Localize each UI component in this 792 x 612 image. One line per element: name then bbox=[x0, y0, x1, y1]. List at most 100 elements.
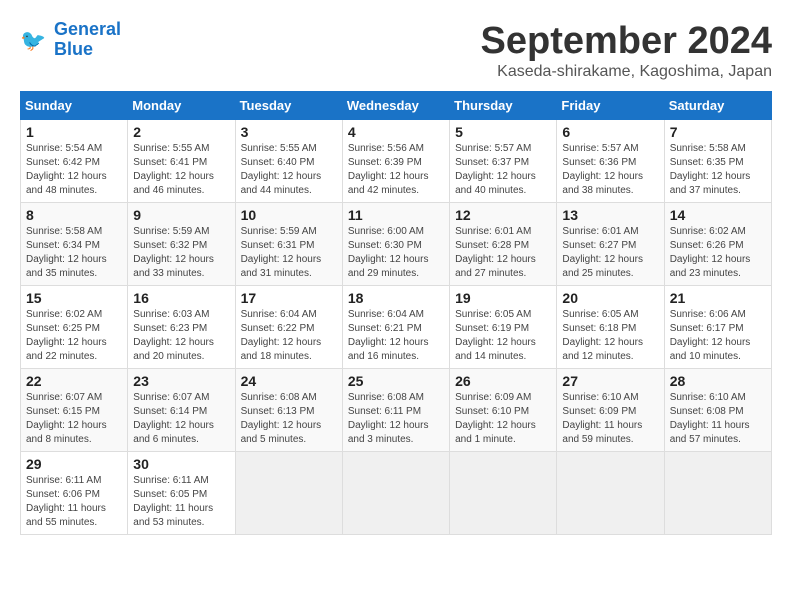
day-info: Sunrise: 6:08 AMSunset: 6:11 PMDaylight:… bbox=[348, 392, 429, 445]
day-number: 6 bbox=[562, 124, 658, 140]
day-number: 20 bbox=[562, 290, 658, 306]
calendar-cell: 22 Sunrise: 6:07 AMSunset: 6:15 PMDaylig… bbox=[21, 369, 128, 452]
calendar-table: SundayMondayTuesdayWednesdayThursdayFrid… bbox=[20, 91, 772, 535]
calendar-cell bbox=[664, 452, 771, 535]
day-info: Sunrise: 5:57 AMSunset: 6:37 PMDaylight:… bbox=[455, 143, 536, 196]
calendar-cell: 16 Sunrise: 6:03 AMSunset: 6:23 PMDaylig… bbox=[128, 286, 235, 369]
day-number: 26 bbox=[455, 373, 551, 389]
day-info: Sunrise: 5:58 AMSunset: 6:34 PMDaylight:… bbox=[26, 226, 107, 279]
calendar-week-5: 29 Sunrise: 6:11 AMSunset: 6:06 PMDaylig… bbox=[21, 452, 772, 535]
calendar-cell: 23 Sunrise: 6:07 AMSunset: 6:14 PMDaylig… bbox=[128, 369, 235, 452]
calendar-cell: 29 Sunrise: 6:11 AMSunset: 6:06 PMDaylig… bbox=[21, 452, 128, 535]
day-number: 25 bbox=[348, 373, 444, 389]
day-info: Sunrise: 6:10 AMSunset: 6:08 PMDaylight:… bbox=[670, 392, 750, 445]
day-number: 1 bbox=[26, 124, 122, 140]
day-info: Sunrise: 5:56 AMSunset: 6:39 PMDaylight:… bbox=[348, 143, 429, 196]
day-number: 30 bbox=[133, 456, 229, 472]
day-info: Sunrise: 6:07 AMSunset: 6:15 PMDaylight:… bbox=[26, 392, 107, 445]
calendar-cell: 4 Sunrise: 5:56 AMSunset: 6:39 PMDayligh… bbox=[342, 120, 449, 203]
day-number: 18 bbox=[348, 290, 444, 306]
calendar-cell: 1 Sunrise: 5:54 AMSunset: 6:42 PMDayligh… bbox=[21, 120, 128, 203]
day-number: 9 bbox=[133, 207, 229, 223]
day-number: 16 bbox=[133, 290, 229, 306]
day-number: 7 bbox=[670, 124, 766, 140]
day-number: 10 bbox=[241, 207, 337, 223]
column-header-saturday: Saturday bbox=[664, 92, 771, 120]
day-info: Sunrise: 6:04 AMSunset: 6:21 PMDaylight:… bbox=[348, 309, 429, 362]
day-info: Sunrise: 5:58 AMSunset: 6:35 PMDaylight:… bbox=[670, 143, 751, 196]
calendar-cell: 5 Sunrise: 5:57 AMSunset: 6:37 PMDayligh… bbox=[450, 120, 557, 203]
calendar-cell bbox=[235, 452, 342, 535]
day-number: 21 bbox=[670, 290, 766, 306]
day-number: 22 bbox=[26, 373, 122, 389]
day-number: 13 bbox=[562, 207, 658, 223]
day-info: Sunrise: 5:59 AMSunset: 6:31 PMDaylight:… bbox=[241, 226, 322, 279]
day-number: 14 bbox=[670, 207, 766, 223]
calendar-week-2: 8 Sunrise: 5:58 AMSunset: 6:34 PMDayligh… bbox=[21, 203, 772, 286]
calendar-cell: 21 Sunrise: 6:06 AMSunset: 6:17 PMDaylig… bbox=[664, 286, 771, 369]
day-info: Sunrise: 6:04 AMSunset: 6:22 PMDaylight:… bbox=[241, 309, 322, 362]
day-number: 15 bbox=[26, 290, 122, 306]
calendar-cell: 7 Sunrise: 5:58 AMSunset: 6:35 PMDayligh… bbox=[664, 120, 771, 203]
calendar-cell: 15 Sunrise: 6:02 AMSunset: 6:25 PMDaylig… bbox=[21, 286, 128, 369]
column-header-thursday: Thursday bbox=[450, 92, 557, 120]
day-info: Sunrise: 6:07 AMSunset: 6:14 PMDaylight:… bbox=[133, 392, 214, 445]
day-number: 19 bbox=[455, 290, 551, 306]
calendar-cell: 24 Sunrise: 6:08 AMSunset: 6:13 PMDaylig… bbox=[235, 369, 342, 452]
column-header-tuesday: Tuesday bbox=[235, 92, 342, 120]
calendar-cell: 10 Sunrise: 5:59 AMSunset: 6:31 PMDaylig… bbox=[235, 203, 342, 286]
calendar-cell: 6 Sunrise: 5:57 AMSunset: 6:36 PMDayligh… bbox=[557, 120, 664, 203]
day-info: Sunrise: 5:59 AMSunset: 6:32 PMDaylight:… bbox=[133, 226, 214, 279]
calendar-cell: 3 Sunrise: 5:55 AMSunset: 6:40 PMDayligh… bbox=[235, 120, 342, 203]
day-info: Sunrise: 6:09 AMSunset: 6:10 PMDaylight:… bbox=[455, 392, 536, 445]
calendar-cell: 9 Sunrise: 5:59 AMSunset: 6:32 PMDayligh… bbox=[128, 203, 235, 286]
logo-line1: General bbox=[54, 19, 121, 39]
logo-icon: 🐦 bbox=[20, 25, 50, 55]
calendar-cell: 30 Sunrise: 6:11 AMSunset: 6:05 PMDaylig… bbox=[128, 452, 235, 535]
day-info: Sunrise: 6:02 AMSunset: 6:26 PMDaylight:… bbox=[670, 226, 751, 279]
day-number: 29 bbox=[26, 456, 122, 472]
calendar-cell: 8 Sunrise: 5:58 AMSunset: 6:34 PMDayligh… bbox=[21, 203, 128, 286]
day-number: 12 bbox=[455, 207, 551, 223]
day-info: Sunrise: 6:01 AMSunset: 6:28 PMDaylight:… bbox=[455, 226, 536, 279]
day-info: Sunrise: 6:01 AMSunset: 6:27 PMDaylight:… bbox=[562, 226, 643, 279]
calendar-cell: 27 Sunrise: 6:10 AMSunset: 6:09 PMDaylig… bbox=[557, 369, 664, 452]
day-info: Sunrise: 6:11 AMSunset: 6:06 PMDaylight:… bbox=[26, 475, 106, 528]
column-header-friday: Friday bbox=[557, 92, 664, 120]
calendar-cell: 25 Sunrise: 6:08 AMSunset: 6:11 PMDaylig… bbox=[342, 369, 449, 452]
day-info: Sunrise: 6:02 AMSunset: 6:25 PMDaylight:… bbox=[26, 309, 107, 362]
day-number: 5 bbox=[455, 124, 551, 140]
day-info: Sunrise: 5:54 AMSunset: 6:42 PMDaylight:… bbox=[26, 143, 107, 196]
day-number: 3 bbox=[241, 124, 337, 140]
day-info: Sunrise: 5:55 AMSunset: 6:41 PMDaylight:… bbox=[133, 143, 214, 196]
calendar-cell: 19 Sunrise: 6:05 AMSunset: 6:19 PMDaylig… bbox=[450, 286, 557, 369]
calendar-week-3: 15 Sunrise: 6:02 AMSunset: 6:25 PMDaylig… bbox=[21, 286, 772, 369]
calendar-cell bbox=[342, 452, 449, 535]
day-number: 2 bbox=[133, 124, 229, 140]
day-info: Sunrise: 6:00 AMSunset: 6:30 PMDaylight:… bbox=[348, 226, 429, 279]
logo-text: General Blue bbox=[54, 20, 121, 60]
calendar-week-4: 22 Sunrise: 6:07 AMSunset: 6:15 PMDaylig… bbox=[21, 369, 772, 452]
calendar-week-1: 1 Sunrise: 5:54 AMSunset: 6:42 PMDayligh… bbox=[21, 120, 772, 203]
calendar-cell bbox=[450, 452, 557, 535]
day-number: 17 bbox=[241, 290, 337, 306]
day-number: 27 bbox=[562, 373, 658, 389]
day-info: Sunrise: 6:05 AMSunset: 6:18 PMDaylight:… bbox=[562, 309, 643, 362]
logo: 🐦 General Blue bbox=[20, 20, 121, 60]
day-info: Sunrise: 5:55 AMSunset: 6:40 PMDaylight:… bbox=[241, 143, 322, 196]
calendar-cell: 17 Sunrise: 6:04 AMSunset: 6:22 PMDaylig… bbox=[235, 286, 342, 369]
day-info: Sunrise: 6:05 AMSunset: 6:19 PMDaylight:… bbox=[455, 309, 536, 362]
calendar-cell: 11 Sunrise: 6:00 AMSunset: 6:30 PMDaylig… bbox=[342, 203, 449, 286]
day-number: 23 bbox=[133, 373, 229, 389]
page-header: 🐦 General Blue September 2024 Kaseda-shi… bbox=[20, 20, 772, 81]
location-title: Kaseda-shirakame, Kagoshima, Japan bbox=[481, 63, 773, 81]
day-info: Sunrise: 6:03 AMSunset: 6:23 PMDaylight:… bbox=[133, 309, 214, 362]
title-block: September 2024 Kaseda-shirakame, Kagoshi… bbox=[481, 20, 773, 81]
calendar-cell: 18 Sunrise: 6:04 AMSunset: 6:21 PMDaylig… bbox=[342, 286, 449, 369]
logo-line2: Blue bbox=[54, 39, 93, 59]
month-title: September 2024 bbox=[481, 20, 773, 63]
calendar-cell: 2 Sunrise: 5:55 AMSunset: 6:41 PMDayligh… bbox=[128, 120, 235, 203]
day-info: Sunrise: 6:06 AMSunset: 6:17 PMDaylight:… bbox=[670, 309, 751, 362]
day-number: 24 bbox=[241, 373, 337, 389]
calendar-cell: 28 Sunrise: 6:10 AMSunset: 6:08 PMDaylig… bbox=[664, 369, 771, 452]
